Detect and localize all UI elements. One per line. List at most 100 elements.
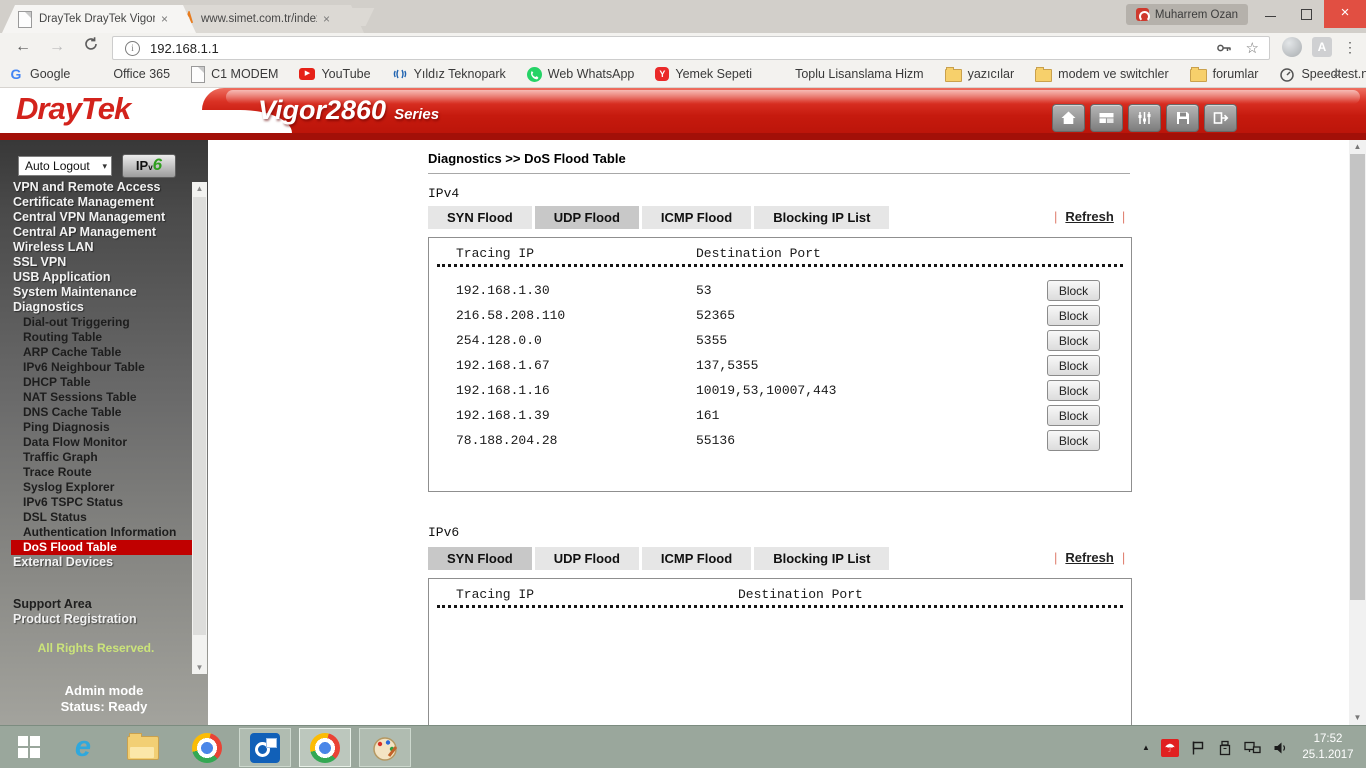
page-info-icon[interactable]: i (125, 41, 140, 56)
password-key-icon[interactable] (1216, 40, 1232, 56)
action-center-flag-icon[interactable] (1190, 740, 1206, 756)
browser-tab-draytek[interactable]: DrayTek DrayTek Vigor28 × (2, 5, 196, 33)
scroll-down-icon[interactable]: ▼ (1349, 711, 1366, 725)
refresh-link[interactable]: Refresh (1065, 550, 1113, 565)
taskbar-outlook[interactable] (239, 728, 291, 767)
block-button[interactable]: Block (1047, 405, 1100, 426)
usb-device-icon[interactable] (1217, 740, 1233, 756)
flood-tab[interactable]: Blocking IP List (754, 547, 889, 570)
block-button[interactable]: Block (1047, 305, 1100, 326)
scrollbar-thumb[interactable] (193, 197, 206, 635)
forward-button[interactable]: → (46, 36, 68, 58)
taskbar-chrome-active[interactable] (299, 728, 351, 767)
settings-button[interactable] (1128, 104, 1161, 132)
bookmark-item[interactable]: Toplu Lisanslama Hizm (773, 66, 924, 82)
sidebar-item[interactable]: Authentication Information (0, 525, 192, 540)
browser-menu-icon[interactable]: ⋮ (1342, 36, 1358, 58)
reload-button[interactable] (80, 36, 102, 58)
window-close-button[interactable]: × (1324, 0, 1366, 28)
bookmark-item[interactable]: Speedtest.net by Ook (1279, 66, 1366, 82)
sidebar-item[interactable]: DSL Status (0, 510, 192, 525)
avira-icon[interactable]: ☂ (1161, 739, 1179, 757)
speaker-icon[interactable] (1272, 740, 1288, 756)
ipv6-button[interactable]: IPv6 (122, 154, 176, 178)
home-button[interactable] (1052, 104, 1085, 132)
block-button[interactable]: Block (1047, 430, 1100, 451)
scroll-up-icon[interactable]: ▲ (192, 182, 207, 195)
sidebar-item[interactable]: SSL VPN (0, 255, 192, 270)
sidebar-item[interactable]: Trace Route (0, 465, 192, 480)
sidebar-item[interactable]: IPv6 TSPC Status (0, 495, 192, 510)
window-restore-button[interactable] (1288, 0, 1324, 28)
bookmark-item[interactable]: Office 365 (91, 66, 170, 82)
sidebar-item[interactable]: Certificate Management (0, 195, 192, 210)
bookmark-item[interactable]: yazıcılar (945, 66, 1015, 82)
sidebar-item[interactable]: Central AP Management (0, 225, 192, 240)
sidebar-item[interactable]: DoS Flood Table (11, 540, 192, 555)
bookmark-item[interactable]: Yıldız Teknopark (392, 66, 506, 82)
back-button[interactable]: ← (12, 36, 34, 58)
sidebar-item[interactable]: Ping Diagnosis (0, 420, 192, 435)
auto-logout-select[interactable]: Auto Logout ▾ (18, 156, 112, 176)
sidebar-item[interactable]: ARP Cache Table (0, 345, 192, 360)
block-button[interactable]: Block (1047, 380, 1100, 401)
flood-tab[interactable]: ICMP Flood (642, 547, 751, 570)
bookmark-item[interactable]: forumlar (1190, 66, 1259, 82)
bookmark-item[interactable]: Web WhatsApp (527, 67, 635, 82)
refresh-link[interactable]: Refresh (1065, 209, 1113, 224)
sidebar-item[interactable]: Central VPN Management (0, 210, 192, 225)
sidebar-item[interactable]: Routing Table (0, 330, 192, 345)
flood-tab[interactable]: Blocking IP List (754, 206, 889, 229)
sidebar-item-product-registration[interactable]: Product Registration (0, 612, 192, 627)
sidebar-item[interactable]: IPv6 Neighbour Table (0, 360, 192, 375)
sidebar-item[interactable]: Data Flow Monitor (0, 435, 192, 450)
sidebar-item[interactable]: External Devices (0, 555, 192, 570)
flood-tab[interactable]: SYN Flood (428, 206, 532, 229)
flood-tab[interactable]: ICMP Flood (642, 206, 751, 229)
tab-close-icon[interactable]: × (323, 13, 330, 25)
sidebar-item[interactable]: DHCP Table (0, 375, 192, 390)
sidebar-item-support-area[interactable]: Support Area (0, 597, 192, 612)
network-icon[interactable] (1244, 740, 1261, 756)
sidebar-item[interactable]: Wireless LAN (0, 240, 192, 255)
taskbar-chrome-pinned[interactable] (186, 728, 228, 767)
flood-tab[interactable]: UDP Flood (535, 547, 639, 570)
sidebar-item[interactable]: Syslog Explorer (0, 480, 192, 495)
scroll-up-icon[interactable]: ▲ (1349, 140, 1366, 154)
bookmark-star-icon[interactable]: ☆ (1246, 39, 1259, 57)
sidebar-item[interactable]: Dial-out Triggering (0, 315, 192, 330)
bookmark-item[interactable]: ▶ YouTube (299, 67, 370, 81)
bookmarks-overflow-icon[interactable]: » (1333, 64, 1341, 80)
sidebar-scrollbar[interactable]: ▲ ▼ (192, 182, 207, 674)
logout-button[interactable] (1204, 104, 1237, 132)
tab-close-icon[interactable]: × (161, 13, 168, 25)
scrollbar-thumb[interactable] (1350, 154, 1365, 600)
tray-chevron-icon[interactable]: ▲ (1142, 743, 1150, 752)
page-scrollbar[interactable]: ▲ ▼ (1349, 140, 1366, 725)
bookmark-item[interactable]: G Google (8, 66, 70, 82)
sidebar-item[interactable]: System Maintenance (0, 285, 192, 300)
profile-chip[interactable]: Muharrem Ozan (1126, 4, 1248, 25)
sidebar-item[interactable]: NAT Sessions Table (0, 390, 192, 405)
taskbar-clock[interactable]: 17:52 25.1.2017 (1296, 731, 1360, 763)
sidebar-item[interactable]: USB Application (0, 270, 192, 285)
console-button[interactable] (1090, 104, 1123, 132)
sidebar-item[interactable]: Diagnostics (0, 300, 192, 315)
sidebar-item[interactable]: Traffic Graph (0, 450, 192, 465)
extension-adobe-icon[interactable]: A (1312, 37, 1332, 57)
flood-tab[interactable]: UDP Flood (535, 206, 639, 229)
window-minimize-button[interactable] (1252, 0, 1288, 28)
bookmark-item[interactable]: Y Yemek Sepeti (655, 67, 752, 81)
sidebar-item[interactable]: DNS Cache Table (0, 405, 192, 420)
bookmark-item[interactable]: modem ve switchler (1035, 66, 1168, 82)
scroll-down-icon[interactable]: ▼ (192, 661, 207, 674)
block-button[interactable]: Block (1047, 355, 1100, 376)
taskbar-file-explorer[interactable] (122, 728, 164, 767)
save-button[interactable] (1166, 104, 1199, 132)
address-bar[interactable]: i 192.168.1.1 ☆ (112, 36, 1270, 60)
flood-tab[interactable]: SYN Flood (428, 547, 532, 570)
extension-globe-icon[interactable] (1282, 37, 1302, 57)
block-button[interactable]: Block (1047, 330, 1100, 351)
taskbar-paint[interactable] (359, 728, 411, 767)
bookmark-item[interactable]: C1 MODEM (191, 66, 278, 83)
